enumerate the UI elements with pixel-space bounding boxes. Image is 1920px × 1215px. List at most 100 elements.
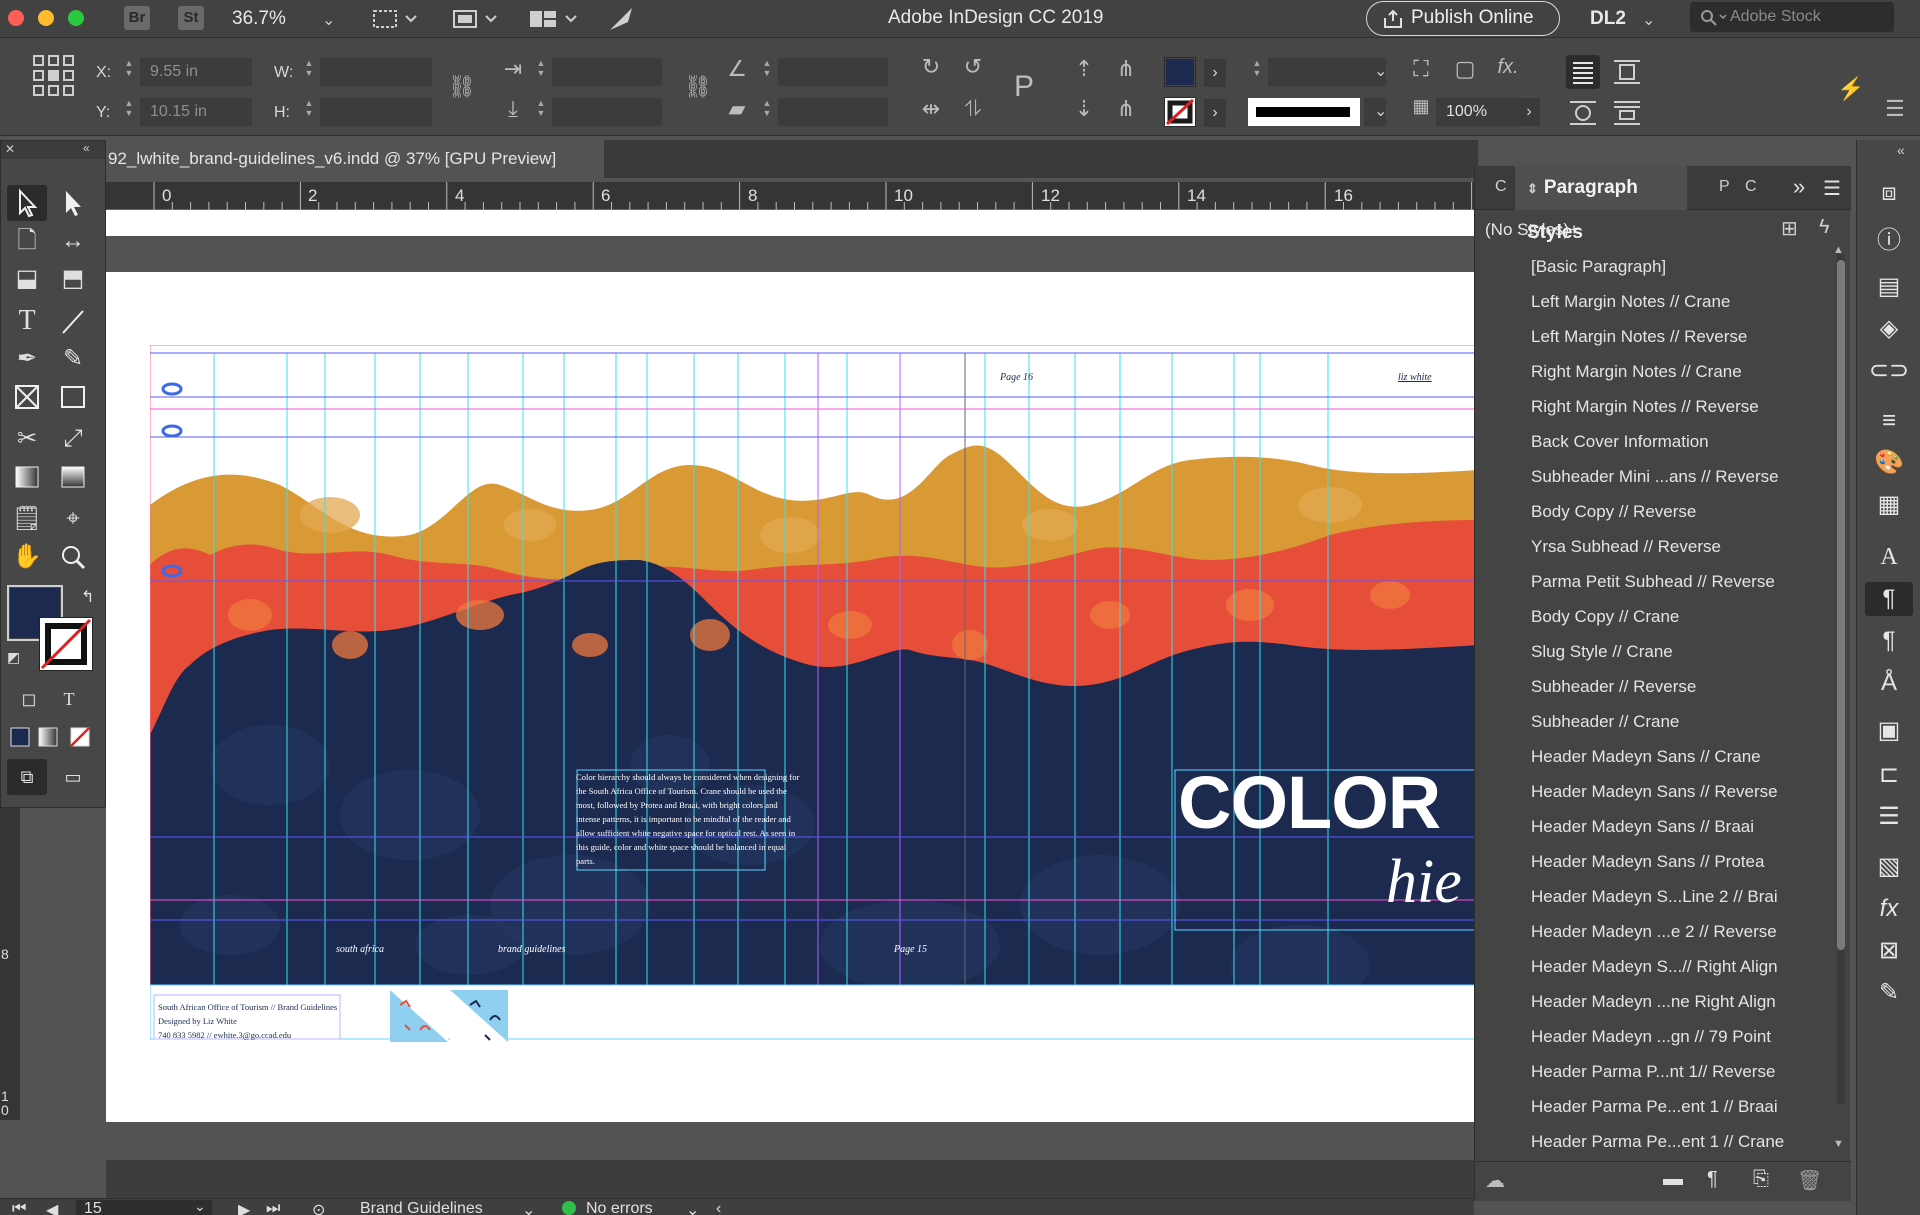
scissors-tool-icon[interactable]: ✂ — [7, 421, 47, 457]
character-tab-stub[interactable]: C — [1745, 178, 1757, 196]
close-window-button[interactable] — [8, 10, 24, 26]
character-styles-tab-stub[interactable]: C — [1495, 178, 1507, 196]
pencil-tool-icon[interactable]: ✎ — [53, 341, 93, 377]
rotate-counterclockwise-icon[interactable]: ↺ — [958, 54, 988, 80]
height-field[interactable] — [320, 98, 432, 126]
zoom-level[interactable]: 36.7% — [232, 8, 286, 30]
pathfinder-panel-icon[interactable]: ☰ — [1857, 800, 1920, 834]
type-tool-icon[interactable]: T — [7, 303, 47, 339]
swatches-panel-icon[interactable]: ▦ — [1857, 488, 1920, 522]
minimize-window-button[interactable] — [38, 10, 54, 26]
content-collector-icon[interactable]: ⬓ — [7, 261, 47, 297]
scroll-up-icon[interactable]: ▲ — [1833, 244, 1844, 256]
swap-fill-stroke-icon[interactable]: ↰ — [81, 587, 94, 607]
headline-color[interactable]: COLOR — [1178, 764, 1441, 842]
zoom-tool-icon[interactable] — [53, 539, 93, 575]
rectangle-tool-icon[interactable] — [53, 379, 93, 415]
paragraph-style-item[interactable]: Header Madeyn ...e 2 // Reverse — [1475, 915, 1825, 949]
text-wrap-panel-icon[interactable]: ▧ — [1857, 850, 1920, 884]
first-page-icon[interactable]: ⏮ — [12, 1200, 26, 1215]
cc-libraries-icon[interactable]: ☁ — [1485, 1168, 1505, 1193]
tab-paragraph-styles[interactable]: ⇕ Paragraph Styles — [1515, 166, 1687, 243]
collapse-panel-icon[interactable]: « — [83, 141, 90, 155]
stroke-swatch[interactable] — [1164, 97, 1196, 127]
delete-style-icon[interactable]: 🗑 — [1797, 1168, 1822, 1193]
new-style-group-icon[interactable]: ▬ — [1663, 1168, 1683, 1191]
preview-mode-icon[interactable]: ▭ — [53, 759, 93, 795]
flip-vertical-icon[interactable]: ⥮ — [958, 96, 988, 122]
x-position-field[interactable]: 9.55 in — [140, 58, 252, 86]
vertical-ruler[interactable]: 8 1 0 — [0, 808, 20, 1120]
selection-tool-icon[interactable] — [7, 185, 47, 221]
comments-panel-icon[interactable]: ✎ — [1857, 976, 1920, 1010]
effects-panel-icon[interactable]: fx — [1857, 892, 1920, 926]
text-wrap-jump-object-button[interactable] — [1610, 96, 1644, 130]
layers-panel-icon[interactable]: ◈ — [1857, 312, 1920, 346]
x-stepper[interactable]: ▲ ▼ — [122, 58, 136, 78]
paragraph-style-item[interactable]: Slug Style // Crane — [1475, 635, 1825, 669]
paragraph-style-item[interactable]: Left Margin Notes // Crane — [1475, 285, 1825, 319]
zoom-window-button[interactable] — [68, 10, 84, 26]
control-panel-menu-icon[interactable]: ☰ — [1880, 96, 1910, 122]
gradient-panel-icon[interactable]: ⊠ — [1857, 934, 1920, 968]
panel-overflow-icon[interactable]: » — [1793, 174, 1805, 200]
h-stepper[interactable]: ▲ ▼ — [302, 98, 316, 118]
paragraph-style-item[interactable]: Right Margin Notes // Crane — [1475, 355, 1825, 389]
gradient-feather-tool-icon[interactable] — [53, 459, 93, 495]
constrain-scale-icon[interactable]: ⛓ — [684, 74, 712, 100]
rectangle-frame-tool-icon[interactable] — [7, 379, 47, 415]
screen-mode-icon[interactable] — [452, 8, 498, 30]
scale-x-stepper[interactable]: ▲ ▼ — [534, 58, 548, 78]
w-stepper[interactable]: ▲ ▼ — [302, 58, 316, 78]
normal-view-mode-icon[interactable]: ⧉ — [7, 759, 47, 795]
paragraph-style-item[interactable]: Back Cover Information — [1475, 425, 1825, 459]
scale-y-stepper[interactable]: ▲ ▼ — [534, 98, 548, 118]
styles-scrollbar-thumb[interactable] — [1837, 260, 1845, 950]
pen-tool-icon[interactable]: ✒ — [7, 341, 47, 377]
character-styles-panel-icon[interactable]: Å — [1857, 666, 1920, 700]
color-panel-icon[interactable]: 🎨 — [1857, 446, 1920, 480]
rotate-clockwise-icon[interactable]: ↻ — [916, 54, 946, 80]
direct-selection-tool-icon[interactable] — [53, 185, 93, 221]
stroke-color-swatch[interactable] — [39, 617, 93, 671]
select-content-icon[interactable]: ⇣ — [1070, 96, 1098, 122]
pages-panel-icon[interactable]: ▤ — [1857, 270, 1920, 304]
free-transform-tool-icon[interactable]: ⤢ — [53, 421, 93, 457]
object-styles-panel-icon[interactable]: ▣ — [1857, 714, 1920, 748]
info-panel-icon[interactable]: ⓘ — [1857, 224, 1920, 258]
paragraph-style-item[interactable]: Right Margin Notes // Reverse — [1475, 390, 1825, 424]
y-position-field[interactable]: 10.15 in — [140, 98, 252, 126]
character-panel-icon[interactable]: A — [1857, 540, 1920, 574]
dock-collapse-icon[interactable]: « — [1897, 142, 1905, 158]
document-tab[interactable]: 92_lwhite_brand-guidelines_v6.indd @ 37%… — [88, 140, 604, 178]
select-container-icon[interactable]: ⇡ — [1070, 56, 1098, 82]
links-panel-icon[interactable]: ⊂⊃ — [1857, 354, 1920, 388]
default-fill-stroke-icon[interactable]: ◩ — [7, 649, 20, 666]
close-panel-icon[interactable]: ✕ — [5, 142, 15, 156]
paragraph-style-item[interactable]: Left Margin Notes // Reverse — [1475, 320, 1825, 354]
zoom-dropdown-chevron-icon[interactable]: ⌄ — [322, 10, 335, 30]
paragraph-styles-panel-icon[interactable]: ¶ — [1865, 582, 1913, 616]
width-field[interactable] — [320, 58, 432, 86]
bridge-button[interactable]: Br — [124, 6, 150, 30]
opacity-chevron-icon[interactable]: › — [1518, 98, 1540, 126]
tools-panel-header[interactable]: ✕ « — [1, 141, 105, 159]
cc-libraries-panel-icon[interactable]: ⧈ — [1857, 176, 1920, 210]
open-page-icon[interactable]: ⊙ — [312, 1200, 325, 1215]
rotation-stepper[interactable]: ▲ ▼ — [760, 58, 774, 78]
paragraph-style-item[interactable]: Header Madeyn Sans // Crane — [1475, 740, 1825, 774]
preflight-chevron-icon[interactable]: ⌄ — [686, 1200, 699, 1215]
formatting-text-icon[interactable]: T — [49, 681, 89, 717]
paragraph-style-item[interactable]: [Basic Paragraph] — [1475, 250, 1825, 284]
stock-button[interactable]: St — [178, 6, 204, 30]
select-next-object-icon[interactable]: ⋔ — [1110, 56, 1142, 82]
fill-swatch[interactable] — [1164, 57, 1196, 87]
hand-tool-icon[interactable]: ✋ — [7, 539, 47, 575]
flip-horizontal-icon[interactable]: ⇹ — [916, 96, 946, 122]
create-style-from-selection-icon[interactable]: ⊞ — [1781, 216, 1798, 241]
content-placer-icon[interactable]: ⬒ — [53, 261, 93, 297]
stroke-weight-field[interactable] — [1268, 58, 1364, 86]
paragraph-style-item[interactable]: Header Madeyn Sans // Protea — [1475, 845, 1825, 879]
page-name-chevron-icon[interactable]: ⌄ — [522, 1200, 535, 1215]
align-panel-icon[interactable]: ⊏ — [1857, 758, 1920, 792]
